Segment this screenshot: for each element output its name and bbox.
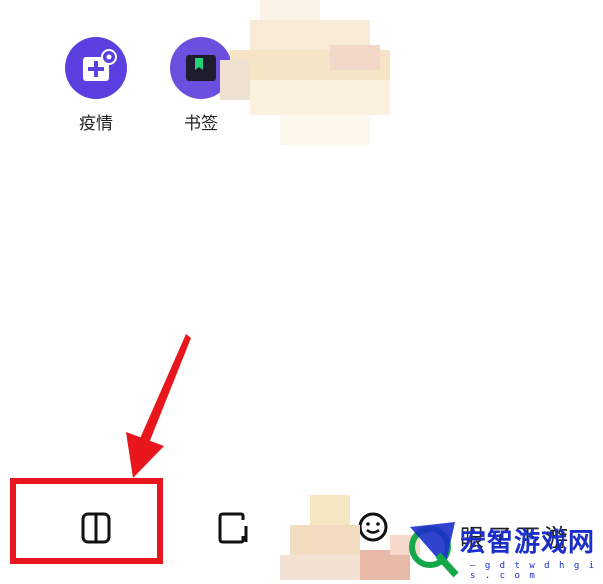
watermark-url: — g d t w d h g i s . c o m <box>470 561 597 581</box>
red-arrow-annotation <box>126 334 191 478</box>
watermark-text: 宏智游戏网 <box>460 528 596 558</box>
watermark: 宏智游戏网 — g d t w d h g i s . c o m <box>400 517 600 581</box>
